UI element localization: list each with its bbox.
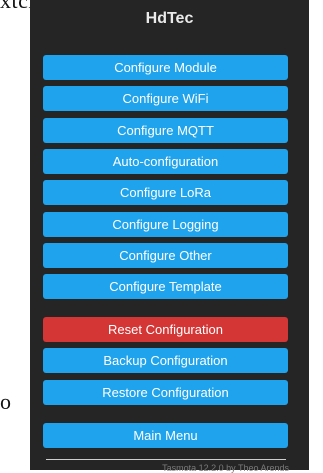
- footer-credit[interactable]: Tasmota 12.2.0 by Theo Arends: [162, 463, 289, 473]
- configure-logging-button[interactable]: Configure Logging: [43, 212, 288, 237]
- auto-configuration-button[interactable]: Auto-configuration: [43, 149, 288, 174]
- configure-module-button[interactable]: Configure Module: [43, 55, 288, 80]
- configure-lora-button[interactable]: Configure LoRa: [43, 180, 288, 205]
- device-title: HdTec: [145, 10, 194, 27]
- configure-wifi-button[interactable]: Configure WiFi: [43, 86, 288, 111]
- configure-mqtt-button[interactable]: Configure MQTT: [43, 118, 288, 143]
- main-menu-button[interactable]: Main Menu: [43, 423, 288, 448]
- restore-configuration-button[interactable]: Restore Configuration: [43, 380, 288, 405]
- configure-template-button[interactable]: Configure Template: [43, 274, 288, 299]
- reset-configuration-button[interactable]: Reset Configuration: [43, 317, 288, 342]
- backup-configuration-button[interactable]: Backup Configuration: [43, 348, 288, 373]
- configure-other-button[interactable]: Configure Other: [43, 243, 288, 268]
- background-text-side: o: [0, 391, 11, 413]
- device-menu-panel: HdTec Configure Module Configure WiFi Co…: [30, 0, 309, 473]
- footer-divider: [46, 459, 286, 460]
